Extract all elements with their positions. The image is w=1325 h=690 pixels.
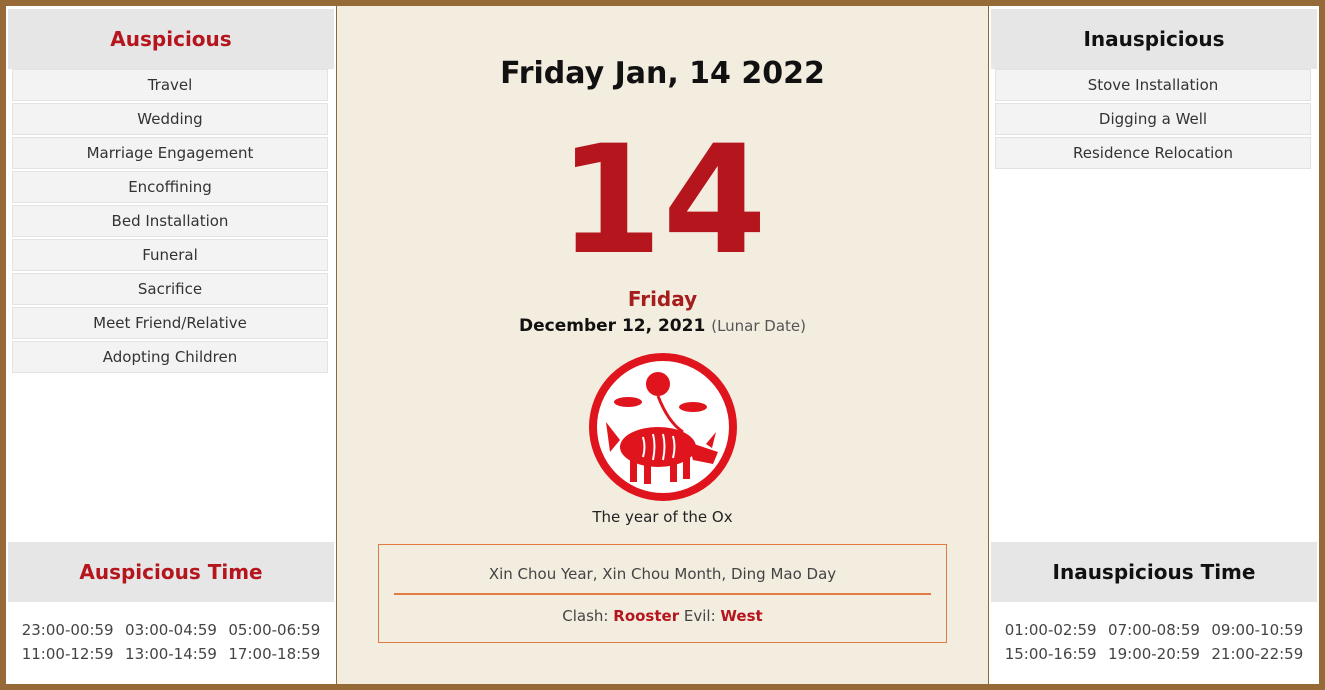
auspicious-item[interactable]: Meet Friend/Relative (12, 307, 328, 339)
time-slot: 17:00-18:59 (228, 645, 321, 663)
inauspicious-list: Stove Installation Digging a Well Reside… (995, 69, 1311, 171)
inauspicious-column: Inauspicious Stove Installation Digging … (989, 6, 1319, 684)
lunar-date: December 12, 2021 (Lunar Date) (337, 316, 988, 336)
auspicious-item[interactable]: Adopting Children (12, 341, 328, 373)
inauspicious-item[interactable]: Stove Installation (995, 69, 1311, 101)
clash-line: Clash: Rooster Evil: West (379, 607, 946, 625)
inauspicious-heading: Inauspicious (991, 9, 1317, 69)
page-title: Friday Jan, 14 2022 (500, 56, 825, 91)
auspicious-heading: Auspicious (8, 9, 334, 69)
evil-value: West (720, 607, 763, 625)
time-slot: 03:00-04:59 (125, 621, 217, 639)
zodiac-caption: The year of the Ox (592, 508, 733, 526)
clash-value: Rooster (613, 607, 680, 625)
time-slot: 23:00-00:59 (21, 621, 114, 639)
time-slot: 21:00-22:59 (1211, 645, 1304, 663)
auspicious-list: Travel Wedding Marriage Engagement Encof… (12, 69, 328, 375)
auspicious-times: 23:00-00:59 03:00-04:59 05:00-06:59 11:0… (6, 621, 336, 663)
ganzhi-text: Xin Chou Year, Xin Chou Month, Ding Mao … (488, 565, 837, 583)
inauspicious-item[interactable]: Residence Relocation (995, 137, 1311, 169)
day-number: 14 (558, 114, 767, 288)
auspicious-item[interactable]: Marriage Engagement (12, 137, 328, 169)
clash-label: Clash: (562, 607, 609, 625)
inauspicious-item[interactable]: Digging a Well (995, 103, 1311, 135)
auspicious-item[interactable]: Travel (12, 69, 328, 101)
time-slot: 11:00-12:59 (21, 645, 114, 663)
time-slot: 05:00-06:59 (228, 621, 321, 639)
auspicious-item[interactable]: Funeral (12, 239, 328, 271)
calendar-frame: Auspicious Travel Wedding Marriage Engag… (6, 6, 1319, 684)
inauspicious-times: 01:00-02:59 07:00-08:59 09:00-10:59 15:0… (989, 621, 1319, 663)
date-panel: Friday Jan, 14 2022 14 Friday December 1… (336, 6, 989, 684)
auspicious-item[interactable]: Bed Installation (12, 205, 328, 237)
time-slot: 19:00-20:59 (1108, 645, 1200, 663)
ox-papercut-icon (589, 353, 737, 501)
divider (394, 593, 931, 595)
inauspicious-time-heading: Inauspicious Time (991, 542, 1317, 602)
auspicious-column: Auspicious Travel Wedding Marriage Engag… (6, 6, 336, 684)
auspicious-item[interactable]: Sacrifice (12, 273, 328, 305)
auspicious-time-heading: Auspicious Time (8, 542, 334, 602)
auspicious-item[interactable]: Wedding (12, 103, 328, 135)
time-slot: 13:00-14:59 (125, 645, 217, 663)
lunar-date-note: (Lunar Date) (711, 317, 807, 335)
time-slot: 01:00-02:59 (1004, 621, 1097, 639)
weekday: Friday (627, 287, 698, 311)
time-slot: 15:00-16:59 (1004, 645, 1097, 663)
auspicious-item[interactable]: Encoffining (12, 171, 328, 203)
lunar-date-value: December 12, 2021 (518, 316, 706, 336)
time-slot: 07:00-08:59 (1108, 621, 1200, 639)
evil-label: Evil: (683, 607, 716, 625)
time-slot: 09:00-10:59 (1211, 621, 1304, 639)
ganzhi-info-box: Xin Chou Year, Xin Chou Month, Ding Mao … (378, 544, 947, 643)
